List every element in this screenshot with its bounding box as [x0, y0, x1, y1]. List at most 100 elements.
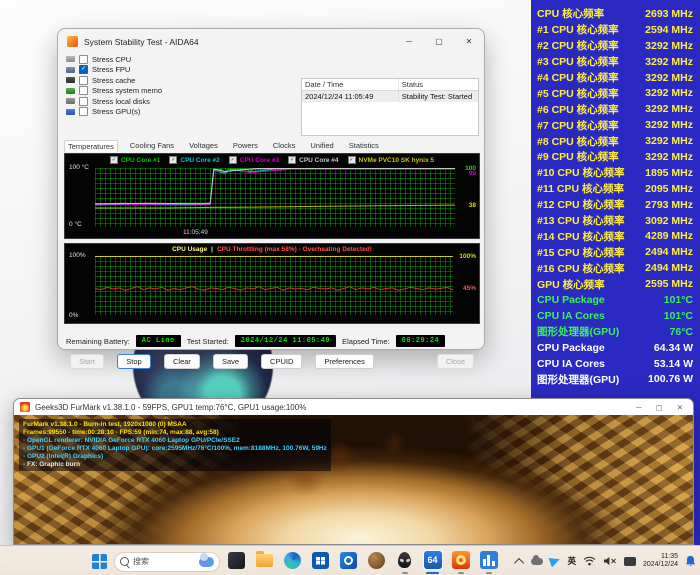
furmark-titlebar[interactable]: Geeks3D FurMark v1.38.1.0 - 59FPS, GPU1 …	[14, 399, 693, 415]
legend-item[interactable]: ✓CPU Core #2	[169, 156, 219, 164]
status-lcd-value: 2024/12/24 11:05:49	[235, 335, 336, 347]
volume-muted-icon[interactable]	[603, 556, 617, 566]
sensor-label: #6 CPU 核心频率	[537, 102, 619, 117]
minimize-icon[interactable]: ─	[636, 403, 641, 412]
sensor-row: #9 CPU 核心频率3292 MHz	[531, 149, 700, 165]
tab-voltages[interactable]: Voltages	[186, 140, 221, 152]
stress-option-label: Stress GPU(s)	[92, 107, 140, 116]
checkbox[interactable]	[79, 76, 88, 85]
tray-chevron-up-icon[interactable]	[515, 557, 525, 567]
close-icon[interactable]: ✕	[677, 403, 683, 412]
running-indicator	[262, 572, 268, 575]
stress-option[interactable]: Stress GPU(s)	[66, 107, 162, 117]
ime-indicator[interactable]: 英	[567, 555, 576, 567]
paper-plane-icon[interactable]	[549, 555, 562, 568]
onedrive-cloud-icon[interactable]	[531, 558, 543, 565]
taskbar-task-view-icon[interactable]	[226, 549, 248, 571]
chart-legend: ✓CPU Core #1 ✓CPU Core #2 ✓CPU Core #3 ✓CPU…	[65, 156, 479, 164]
legend-checkbox[interactable]: ✓	[110, 156, 118, 164]
aida64-app-icon	[67, 36, 78, 47]
aida64-titlebar[interactable]: System Stability Test - AIDA64 ─ ▢ ✕	[58, 29, 484, 54]
legend-checkbox[interactable]: ✓	[288, 156, 296, 164]
checkbox[interactable]: ✓	[79, 65, 88, 74]
tab-cooling-fans[interactable]: Cooling Fans	[127, 140, 177, 152]
wifi-icon[interactable]	[583, 556, 596, 566]
sensor-value: 3292 MHz	[645, 56, 693, 68]
sensor-label: CPU Package	[537, 294, 605, 306]
taskbar-aida64-icon[interactable]: 64	[422, 549, 444, 571]
taskbar-file-explorer-icon[interactable]	[254, 549, 276, 571]
furmark-window-title: Geeks3D FurMark v1.38.1.0 - 59FPS, GPU1 …	[35, 403, 306, 412]
legend-checkbox[interactable]: ✓	[169, 156, 177, 164]
camera-tray-icon[interactable]	[624, 557, 636, 566]
cpuid-button[interactable]: CPUID	[261, 354, 302, 369]
stress-option[interactable]: Stress local disks	[66, 96, 162, 106]
taskbar-slot-edge	[280, 549, 305, 574]
current-value-label: 100%	[459, 253, 476, 260]
close-button[interactable]: Close	[437, 354, 474, 369]
chart-header-text: CPU Throttling (max 58%) - Overheating D…	[217, 246, 372, 253]
button-row: Start Stop Clear Save CPUID Preferences Close	[70, 354, 474, 369]
taskbar-furmark-icon[interactable]	[450, 549, 472, 571]
taskbar-edge-icon[interactable]	[282, 549, 304, 571]
taskbar-slot-task-view	[224, 549, 249, 574]
legend-item[interactable]: ✓CPU Core #4	[288, 156, 338, 164]
taskbar-app-brown-icon[interactable]	[366, 549, 388, 571]
stress-option[interactable]: ✓Stress FPU	[66, 65, 162, 75]
sensor-value: 1895 MHz	[645, 167, 693, 179]
stress-option[interactable]: Stress CPU	[66, 54, 162, 64]
table-row[interactable]: 2024/12/24 11:05:49 Stability Test: Star…	[302, 91, 478, 102]
alienware-glyph	[398, 552, 411, 568]
legend-item[interactable]: ✓CPU Core #3	[229, 156, 279, 164]
aida64-window-title: System Stability Test - AIDA64	[84, 37, 199, 47]
sensor-value: 2594 MHz	[645, 24, 693, 36]
sensor-row: #3 CPU 核心频率3292 MHz	[531, 54, 700, 70]
stop-button[interactable]: Stop	[117, 354, 151, 369]
sensor-value: 2095 MHz	[645, 183, 693, 195]
notification-bell-icon[interactable]	[685, 555, 696, 567]
osd-line: FurMark v1.38.1.0 - Burn-in test, 1920x1…	[23, 421, 327, 429]
checkbox[interactable]	[79, 97, 88, 106]
tab-unified[interactable]: Unified	[307, 140, 336, 152]
tab-powers[interactable]: Powers	[230, 140, 261, 152]
gpu-device-icon	[66, 109, 75, 115]
start-button[interactable]: Start	[70, 354, 104, 369]
running-indicator	[426, 572, 439, 575]
stress-option[interactable]: Stress cache	[66, 75, 162, 85]
stress-option[interactable]: Stress system memo	[66, 86, 162, 96]
legend-item[interactable]: ✓NVMe PVC10 SK hynix 5	[348, 156, 435, 164]
search-input[interactable]: 搜索	[114, 552, 220, 572]
tab-clocks[interactable]: Clocks	[270, 140, 299, 152]
sensor-label: 图形处理器(GPU)	[537, 324, 619, 339]
sensor-row: #14 CPU 核心频率4289 MHz	[531, 228, 700, 244]
legend-checkbox[interactable]: ✓	[229, 156, 237, 164]
legend-checkbox[interactable]: ✓	[348, 156, 356, 164]
tab-temperatures[interactable]: Temperatures	[64, 140, 118, 152]
maximize-icon[interactable]: ▢	[656, 403, 663, 412]
taskbar-microsoft-store-icon[interactable]	[310, 549, 332, 571]
sensor-value: 100.76 W	[648, 373, 693, 385]
stress-option-label: Stress cache	[92, 76, 135, 85]
checkbox[interactable]	[79, 55, 88, 64]
sensor-label: #2 CPU 核心频率	[537, 38, 619, 53]
checkbox[interactable]	[79, 86, 88, 95]
minimize-icon[interactable]: ─	[394, 29, 424, 54]
save-button[interactable]: Save	[213, 354, 248, 369]
maximize-icon[interactable]: ▢	[424, 29, 454, 54]
taskbar-alienware-icon[interactable]	[394, 549, 416, 571]
checkbox[interactable]	[79, 107, 88, 116]
start-button[interactable]	[88, 551, 110, 573]
sensor-row: 图形处理器(GPU)100.76 W	[531, 371, 700, 387]
taskbar-sensor-panel-app-icon[interactable]	[478, 549, 500, 571]
tray-date: 2024/12/24	[643, 561, 678, 570]
legend-item[interactable]: ✓CPU Core #1	[110, 156, 160, 164]
stress-option-label: Stress local disks	[92, 97, 150, 106]
clear-button[interactable]: Clear	[164, 354, 200, 369]
tray-clock[interactable]: 11:35 2024/12/24	[643, 553, 678, 570]
tab-statistics[interactable]: Statistics	[346, 140, 382, 152]
sensor-value: 3292 MHz	[645, 72, 693, 84]
furmark-glyph	[452, 551, 470, 569]
preferences-button[interactable]: Preferences	[315, 354, 373, 369]
taskbar-outlook-icon[interactable]	[338, 549, 360, 571]
close-icon[interactable]: ✕	[454, 29, 484, 54]
